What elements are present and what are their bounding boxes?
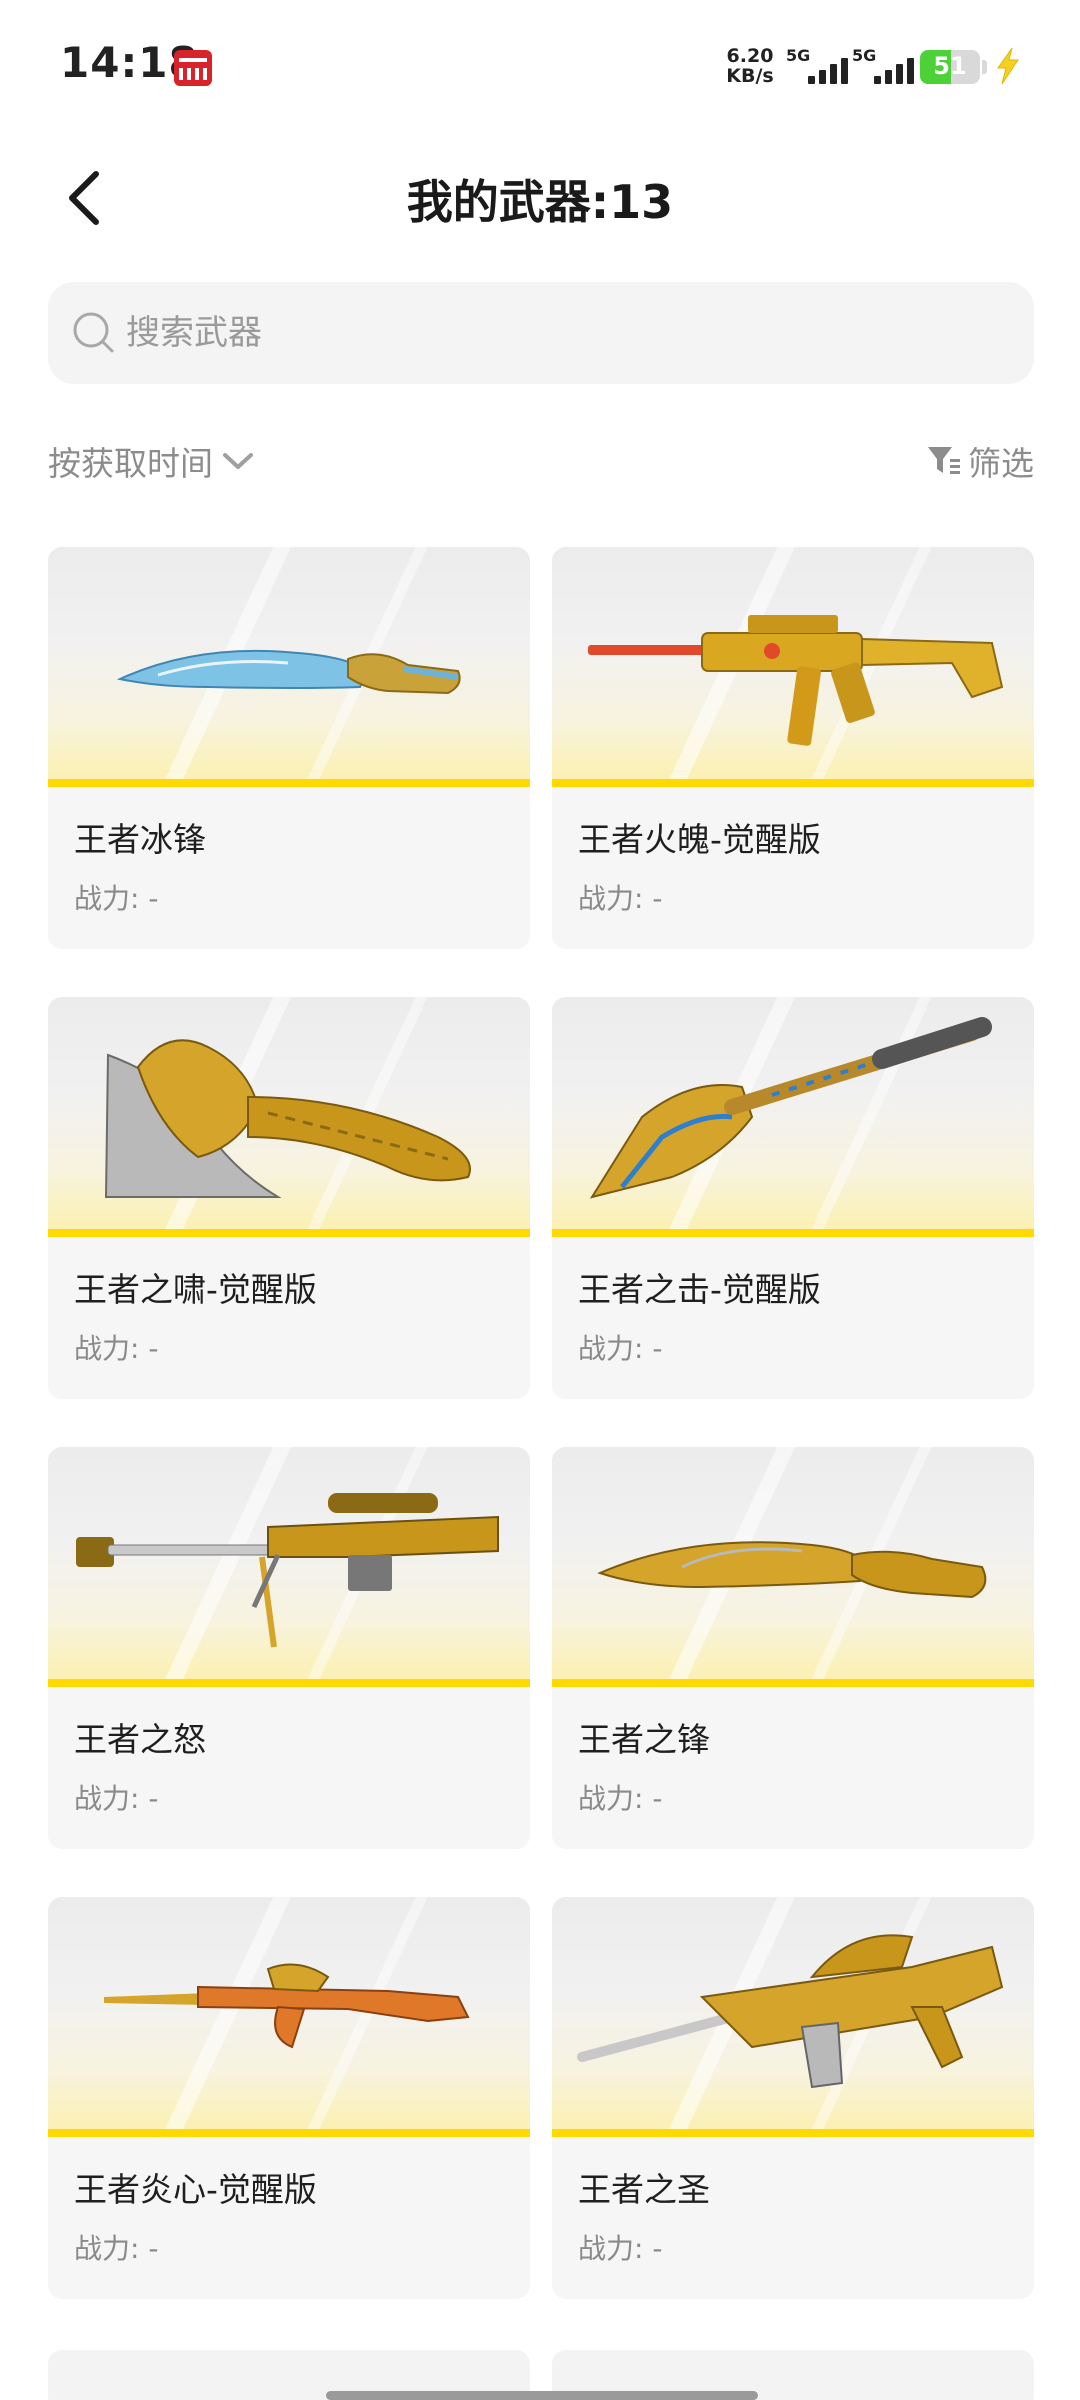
- weapon-card[interactable]: 王者冰锋 战力: -: [48, 547, 530, 949]
- weapon-image: [48, 997, 530, 1235]
- weapon-image: [552, 1447, 1034, 1685]
- sort-label: 按获取时间: [48, 444, 213, 483]
- status-bar: 14:18 6.20 KB/s 5G 5G 51: [0, 0, 1080, 130]
- weapon-name: 王者之啸-觉醒版: [74, 1270, 317, 1309]
- chevron-left-icon: [69, 171, 99, 225]
- weapon-name: 王者冰锋: [74, 820, 206, 859]
- weapon-image: [552, 547, 1034, 785]
- battery-level: 51: [933, 52, 967, 80]
- chevron-down-icon: [223, 453, 253, 469]
- weapon-power: 战力: -: [74, 2232, 159, 2265]
- filter-label: 筛选: [968, 444, 1034, 483]
- weapon-power: 战力: -: [74, 882, 159, 915]
- weapon-card[interactable]: 王者之圣 战力: -: [552, 1897, 1034, 2299]
- weapon-card[interactable]: 王者之锋 战力: -: [552, 1447, 1034, 1849]
- weapon-card[interactable]: 王者之怒 战力: -: [48, 1447, 530, 1849]
- weapon-power: 战力: -: [578, 2232, 663, 2265]
- ak-rifle-icon: [104, 1963, 470, 2049]
- search-input[interactable]: [126, 282, 1006, 384]
- network-speed: 6.20 KB/s: [722, 46, 778, 86]
- weapon-card[interactable]: 王者之啸-觉醒版 战力: -: [48, 997, 530, 1399]
- weapon-power: 战力: -: [578, 1332, 663, 1365]
- weapon-card[interactable]: 王者火魄-觉醒版 战力: -: [552, 547, 1034, 949]
- weapon-name: 王者之击-觉醒版: [578, 1270, 821, 1309]
- weapon-power: 战力: -: [74, 1332, 159, 1365]
- search-icon: [73, 312, 114, 353]
- search-bar[interactable]: [48, 282, 1034, 384]
- sim1-label: 5G: [786, 46, 811, 65]
- weapon-card[interactable]: 王者炎心-觉醒版 战力: -: [48, 1897, 530, 2299]
- sort-dropdown[interactable]: 按获取时间: [48, 436, 255, 486]
- sim2-label: 5G: [852, 46, 877, 65]
- ornate-rifle-icon: [577, 1934, 1004, 2089]
- assault-rifle-icon: [588, 615, 1004, 746]
- weapon-power: 战力: -: [578, 882, 663, 915]
- weapon-name: 王者炎心-觉醒版: [74, 2170, 317, 2209]
- weapon-name: 王者之圣: [578, 2170, 710, 2209]
- weapon-image: [48, 547, 530, 785]
- weapon-image: [48, 1447, 530, 1685]
- weapon-image: [552, 997, 1034, 1235]
- home-indicator[interactable]: [326, 2391, 758, 2400]
- weapon-name: 王者之锋: [578, 1720, 710, 1759]
- weapon-name: 王者火魄-觉醒版: [578, 820, 821, 859]
- weapon-card[interactable]: 王者之击-觉醒版 战力: -: [552, 997, 1034, 1399]
- network-speed-value: 6.20: [726, 45, 774, 67]
- weapon-image: [552, 1897, 1034, 2135]
- spade-shovel-icon: [589, 1017, 992, 1199]
- weapon-name: 王者之怒: [74, 1720, 206, 1759]
- sniper-rifle-icon: [76, 1493, 499, 1648]
- weapon-image: [48, 1897, 530, 2135]
- back-button[interactable]: [56, 162, 116, 232]
- filter-button[interactable]: 筛选: [926, 436, 1034, 486]
- signal-sim1-icon: 5G: [786, 46, 858, 86]
- page-title: 我的武器:13: [406, 175, 674, 229]
- weapon-grid: 王者冰锋 战力: - 王者火魄-觉醒版 战力: - 王者之啸-觉醒版 战力: -…: [48, 547, 1034, 2299]
- filter-icon: [928, 447, 960, 474]
- app-notification-icon: [174, 50, 212, 86]
- charging-bolt-icon: [997, 47, 1019, 85]
- weapon-power: 战力: -: [74, 1782, 159, 1815]
- network-speed-unit: KB/s: [726, 65, 774, 87]
- golden-axe-icon: [104, 1039, 471, 1198]
- ice-kukri-knife-icon: [116, 649, 461, 695]
- signal-sim2-icon: 5G: [852, 46, 924, 86]
- weapon-power: 战力: -: [578, 1782, 663, 1815]
- golden-kukri-knife-icon: [597, 1541, 987, 1599]
- battery-icon: 51: [920, 50, 980, 84]
